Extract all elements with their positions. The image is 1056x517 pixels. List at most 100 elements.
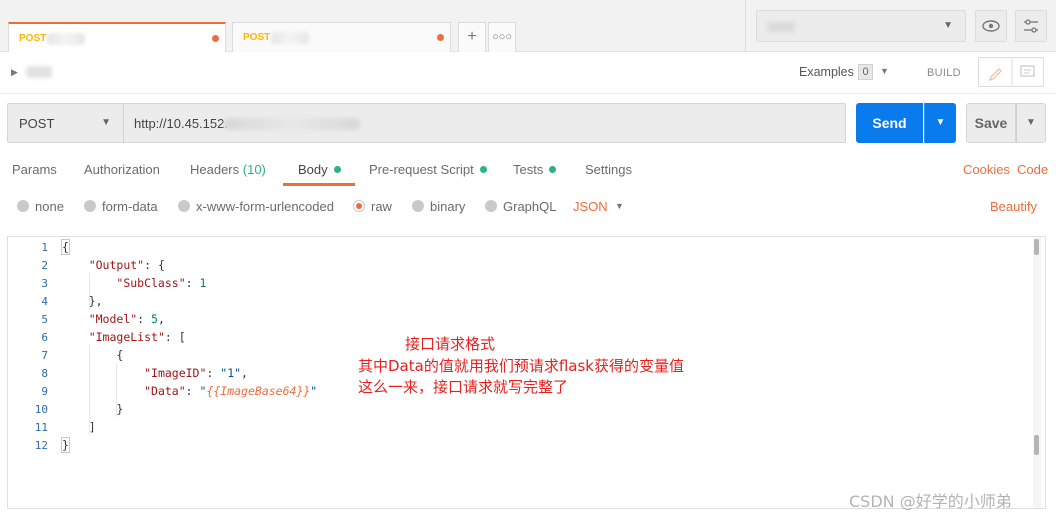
- cookies-link[interactable]: Cookies: [963, 162, 1010, 177]
- scrollbar-thumb[interactable]: [1034, 435, 1039, 455]
- code-line: }: [61, 437, 70, 453]
- json-key: "Data": [144, 384, 186, 398]
- radio-icon: [17, 200, 29, 212]
- body-type-binary-label: binary: [430, 199, 466, 214]
- headers-count: (10): [242, 162, 266, 177]
- tab-settings[interactable]: Settings: [585, 162, 632, 177]
- environment-select[interactable]: ▼: [756, 10, 966, 42]
- tab-pre-request-script[interactable]: Pre-request Script: [369, 162, 487, 177]
- active-tab-indicator: [283, 183, 355, 186]
- active-dot-icon: [479, 166, 487, 173]
- request-tab-1[interactable]: POST: [8, 22, 226, 52]
- chevron-down-icon: ▼: [1026, 117, 1036, 128]
- tab-authorization[interactable]: Authorization: [84, 162, 160, 177]
- radio-checked-icon: [353, 200, 365, 212]
- radio-icon: [412, 200, 424, 212]
- tab-tests-label: Tests: [513, 162, 544, 177]
- tab-title-redacted: [47, 33, 85, 45]
- tab-headers[interactable]: Headers (10): [190, 162, 266, 177]
- request-tab-2[interactable]: POST: [232, 22, 451, 52]
- radio-icon: [84, 200, 96, 212]
- annotation-title: 接口请求格式: [405, 335, 496, 353]
- body-type-form-data-label: form-data: [102, 199, 158, 214]
- more-icon: ○○○: [492, 31, 512, 43]
- body-type-urlencoded-label: x-www-form-urlencoded: [196, 199, 334, 214]
- chevron-down-icon: ▼: [935, 117, 946, 128]
- chevron-down-icon[interactable]: ▼: [615, 201, 624, 211]
- editor-scrollbar[interactable]: [1033, 237, 1041, 508]
- divider: [745, 0, 746, 52]
- environment-variable[interactable]: {{ImageBase64}}: [206, 384, 310, 398]
- bracket: }: [61, 437, 70, 453]
- json-key: "ImageID": [144, 366, 207, 380]
- code-line: "Output": {: [88, 258, 165, 272]
- tab-body[interactable]: Body: [298, 162, 341, 177]
- request-tab-bar: POST POST + ○○○ ▼: [0, 0, 1056, 52]
- code-line: "ImageID": "1",: [144, 366, 248, 380]
- line-number: 11: [34, 421, 48, 434]
- scrollbar-thumb[interactable]: [1034, 239, 1039, 255]
- json-value: 1: [199, 276, 207, 290]
- url-text: http://10.45.152.: [134, 116, 228, 131]
- send-options-button[interactable]: ▼: [924, 103, 956, 143]
- examples-count-badge: 0: [858, 64, 873, 80]
- json-value: 5: [151, 312, 158, 326]
- watermark: CSDN @好学的小师弟: [849, 492, 1012, 511]
- save-options-button[interactable]: ▼: [1016, 103, 1046, 143]
- manage-environments-button[interactable]: [1015, 10, 1047, 42]
- json-key: "Model": [88, 312, 138, 326]
- tab-pre-request-label: Pre-request Script: [369, 162, 474, 177]
- http-method-select[interactable]: POST ▼: [7, 103, 123, 143]
- body-type-raw[interactable]: raw: [353, 199, 392, 214]
- environment-name-redacted: [767, 22, 795, 32]
- code-line: "Data": "{{ImageBase64}}": [144, 384, 318, 398]
- url-input[interactable]: http://10.45.152.: [123, 103, 846, 143]
- environment-quick-look-button[interactable]: [975, 10, 1007, 42]
- code-link[interactable]: Code: [1017, 162, 1048, 177]
- tab-title-redacted: [271, 32, 309, 44]
- annotation-line: 这么一来，接口请求就写完整了: [358, 378, 569, 396]
- body-type-binary[interactable]: binary: [412, 199, 465, 214]
- tab-method-label: POST: [19, 33, 47, 44]
- radio-icon: [178, 200, 190, 212]
- examples-label[interactable]: Examples: [799, 65, 854, 79]
- active-dot-icon: [549, 166, 557, 173]
- line-number: 4: [41, 295, 48, 308]
- chevron-down-icon[interactable]: ▼: [880, 66, 889, 76]
- json-key: "ImageList": [88, 330, 165, 344]
- send-button[interactable]: Send: [856, 103, 923, 143]
- bracket: {: [61, 239, 70, 255]
- request-name-redacted: [26, 66, 52, 78]
- tab-tests[interactable]: Tests: [513, 162, 557, 177]
- unsaved-dot-icon: [212, 35, 219, 42]
- new-tab-button[interactable]: +: [458, 22, 486, 52]
- code-line: {: [61, 239, 70, 255]
- mode-toggle[interactable]: [978, 57, 1044, 87]
- unsaved-dot-icon: [437, 34, 444, 41]
- body-type-graphql[interactable]: GraphQL: [485, 199, 556, 214]
- line-number: 3: [41, 277, 48, 290]
- request-name-row: ▶ Examples 0 ▼ BUILD: [0, 52, 1056, 94]
- tab-params[interactable]: Params: [12, 162, 57, 177]
- build-mode-label[interactable]: BUILD: [927, 67, 961, 79]
- beautify-link[interactable]: Beautify: [990, 199, 1037, 214]
- json-key: "Output": [88, 258, 145, 272]
- plus-icon: +: [467, 28, 477, 45]
- raw-format-select[interactable]: JSON: [573, 199, 608, 214]
- tab-headers-label: Headers: [190, 162, 240, 177]
- body-type-none[interactable]: none: [17, 199, 64, 214]
- body-type-form-data[interactable]: form-data: [84, 199, 158, 214]
- url-redacted: [224, 118, 360, 130]
- body-type-graphql-label: GraphQL: [503, 199, 557, 214]
- code-line: "ImageList": [: [88, 330, 186, 344]
- caret-right-icon[interactable]: ▶: [11, 67, 18, 78]
- save-button[interactable]: Save: [966, 103, 1016, 143]
- code-line: "SubClass": 1: [116, 276, 207, 290]
- line-number: 1: [41, 241, 48, 254]
- eye-icon: [982, 20, 1000, 32]
- line-number: 5: [41, 313, 48, 326]
- body-type-urlencoded[interactable]: x-www-form-urlencoded: [178, 199, 334, 214]
- code-line: }: [61, 402, 124, 416]
- active-dot-icon: [333, 166, 341, 173]
- tab-options-button[interactable]: ○○○: [488, 22, 516, 52]
